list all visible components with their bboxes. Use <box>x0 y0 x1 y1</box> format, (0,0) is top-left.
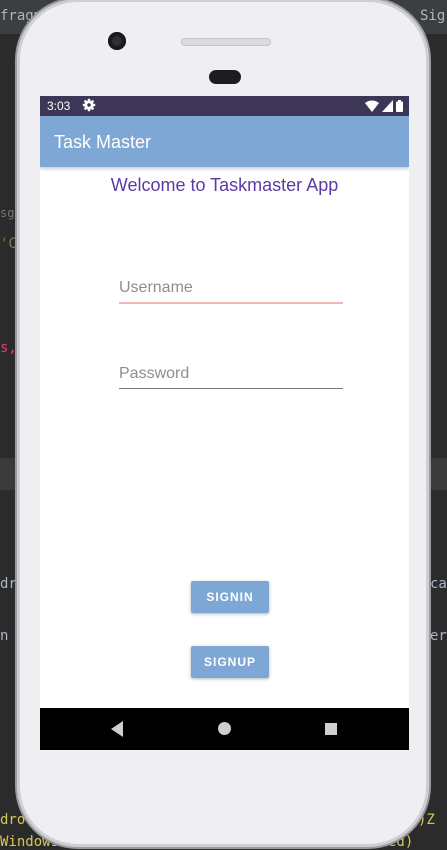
ide-code-fragment: s, <box>0 340 17 356</box>
username-field[interactable] <box>119 276 343 304</box>
speaker-grille <box>181 38 271 46</box>
password-field[interactable] <box>119 362 343 389</box>
ide-code-fragment: dro <box>0 812 26 828</box>
home-icon[interactable] <box>218 722 231 735</box>
phone-screen: 3:03 Task Master Welcome to Taskmaster A… <box>40 96 409 750</box>
ide-code-fragment: )Z <box>418 812 435 828</box>
status-time: 3:03 <box>47 99 71 113</box>
signup-button[interactable]: SIGNUP <box>191 646 269 678</box>
ide-code-fragment: er <box>430 628 447 644</box>
ide-code-fragment: dr <box>0 576 17 592</box>
ide-tab-right[interactable]: Sig <box>420 8 445 24</box>
status-bar: 3:03 <box>40 96 409 116</box>
navigation-bar <box>40 708 409 750</box>
username-underline <box>119 302 343 304</box>
wifi-icon <box>365 100 379 112</box>
battery-icon <box>396 100 403 112</box>
signal-icon <box>382 100 393 112</box>
password-underline <box>119 388 343 389</box>
app-bar: Task Master <box>40 116 409 167</box>
ide-code-fragment: sg: <box>0 206 22 220</box>
app-title: Task Master <box>54 132 152 152</box>
password-input[interactable] <box>119 362 343 386</box>
proximity-sensor <box>209 70 241 84</box>
camera-icon <box>108 32 126 50</box>
username-input[interactable] <box>119 276 343 300</box>
recents-icon[interactable] <box>325 723 337 735</box>
back-icon[interactable] <box>111 721 123 737</box>
signin-button[interactable]: SIGNIN <box>191 581 269 613</box>
settings-icon <box>82 98 96 112</box>
ide-code-fragment: cat <box>430 576 447 592</box>
welcome-heading: Welcome to Taskmaster App <box>110 175 339 195</box>
